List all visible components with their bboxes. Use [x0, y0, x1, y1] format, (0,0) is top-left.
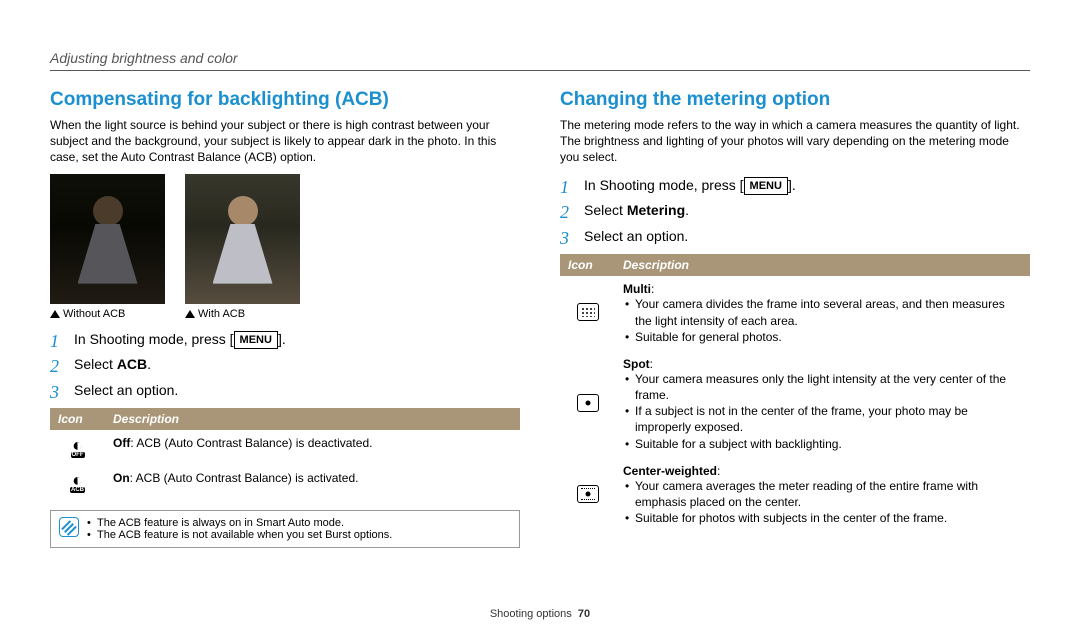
step-text: In Shooting mode, press [ [74, 331, 234, 347]
th-icon: Icon [50, 408, 105, 430]
caption-without: Without ACB [50, 308, 165, 320]
caption-with-text: With ACB [198, 308, 245, 320]
metering-intro: The metering mode refers to the way in w… [560, 117, 1030, 166]
thumb-with-acb [185, 174, 300, 304]
th-desc: Description [105, 408, 520, 430]
metering-step-1: In Shooting mode, press [MENU]. [560, 176, 1030, 196]
step-text: Select [74, 356, 117, 372]
row-bold: Multi [623, 282, 651, 296]
footer-section: Shooting options [490, 608, 572, 620]
th-desc: Description [615, 254, 1030, 276]
step-text: ]. [278, 331, 286, 347]
metering-step-3: Select an option. [560, 227, 1030, 247]
desc-bullet: Suitable for general photos. [623, 329, 1022, 345]
row-text: : ACB (Auto Contrast Balance) is deactiv… [130, 436, 372, 450]
table-row: Multi: Your camera divides the frame int… [560, 276, 1030, 351]
desc-bullet: Your camera divides the frame into sever… [623, 296, 1022, 328]
spot-metering-icon [577, 394, 599, 412]
center-weighted-icon [577, 485, 599, 503]
desc-bullet: Suitable for a subject with backlighting… [623, 436, 1022, 452]
note-item: The ACB feature is always on in Smart Au… [87, 517, 392, 529]
content-columns: Compensating for backlighting (ACB) When… [50, 89, 1030, 548]
metering-title: Changing the metering option [560, 89, 1030, 111]
th-icon: Icon [560, 254, 615, 276]
acb-step-2: Select ACB. [50, 355, 520, 375]
table-row: Center-weighted: Your camera averages th… [560, 458, 1030, 533]
menu-button-label: MENU [744, 177, 788, 195]
right-column: Changing the metering option The meterin… [560, 89, 1030, 548]
note-list: The ACB feature is always on in Smart Au… [87, 517, 392, 541]
acb-step-3: Select an option. [50, 381, 520, 401]
acb-figures: Without ACB With ACB [50, 174, 520, 320]
step-text: . [147, 356, 151, 372]
left-column: Compensating for backlighting (ACB) When… [50, 89, 520, 548]
page-number: 70 [578, 608, 590, 620]
step-text: . [685, 202, 689, 218]
note-icon [59, 517, 79, 537]
caption-without-text: Without ACB [63, 308, 125, 320]
metering-step-2: Select Metering. [560, 201, 1030, 221]
step-text: In Shooting mode, press [ [584, 177, 744, 193]
acb-title: Compensating for backlighting (ACB) [50, 89, 520, 111]
step-text: ]. [788, 177, 796, 193]
row-bold: Center-weighted [623, 464, 717, 478]
triangle-up-icon [185, 310, 195, 318]
desc-bullet: Your camera measures only the light inte… [623, 371, 1022, 403]
desc-bullet: Your camera averages the meter reading o… [623, 478, 1022, 510]
figure-with-acb: With ACB [185, 174, 300, 320]
row-bold: Spot [623, 357, 650, 371]
metering-steps: In Shooting mode, press [MENU]. Select M… [560, 176, 1030, 247]
thumb-without-acb [50, 174, 165, 304]
row-bold: Off [113, 436, 130, 450]
multi-metering-icon [577, 303, 599, 321]
acb-on-icon: ◐ACB [70, 471, 85, 493]
table-row: ◐ACB On: ACB (Auto Contrast Balance) is … [50, 465, 520, 500]
desc-bullet: If a subject is not in the center of the… [623, 403, 1022, 435]
menu-button-label: MENU [234, 331, 278, 349]
table-row: ◐OFF Off: ACB (Auto Contrast Balance) is… [50, 430, 520, 465]
acb-off-icon: ◐OFF [71, 436, 85, 458]
caption-with: With ACB [185, 308, 300, 320]
page-footer: Shooting options 70 [0, 608, 1080, 620]
row-bold: On [113, 471, 130, 485]
page-header: Adjusting brightness and color [50, 50, 1030, 71]
figure-without-acb: Without ACB [50, 174, 165, 320]
metering-options-table: Icon Description Multi: Your camera divi… [560, 254, 1030, 532]
triangle-up-icon [50, 310, 60, 318]
note-item: The ACB feature is not available when yo… [87, 529, 392, 541]
step-text: Select [584, 202, 627, 218]
acb-step-1: In Shooting mode, press [MENU]. [50, 330, 520, 350]
acb-options-table: Icon Description ◐OFF Off: ACB (Auto Con… [50, 408, 520, 500]
acb-steps: In Shooting mode, press [MENU]. Select A… [50, 330, 520, 401]
acb-intro: When the light source is behind your sub… [50, 117, 520, 166]
step-bold: ACB [117, 356, 147, 372]
note-box: The ACB feature is always on in Smart Au… [50, 510, 520, 548]
step-bold: Metering [627, 202, 685, 218]
desc-bullet: Suitable for photos with subjects in the… [623, 510, 1022, 526]
table-row: Spot: Your camera measures only the ligh… [560, 351, 1030, 458]
row-text: : ACB (Auto Contrast Balance) is activat… [130, 471, 359, 485]
